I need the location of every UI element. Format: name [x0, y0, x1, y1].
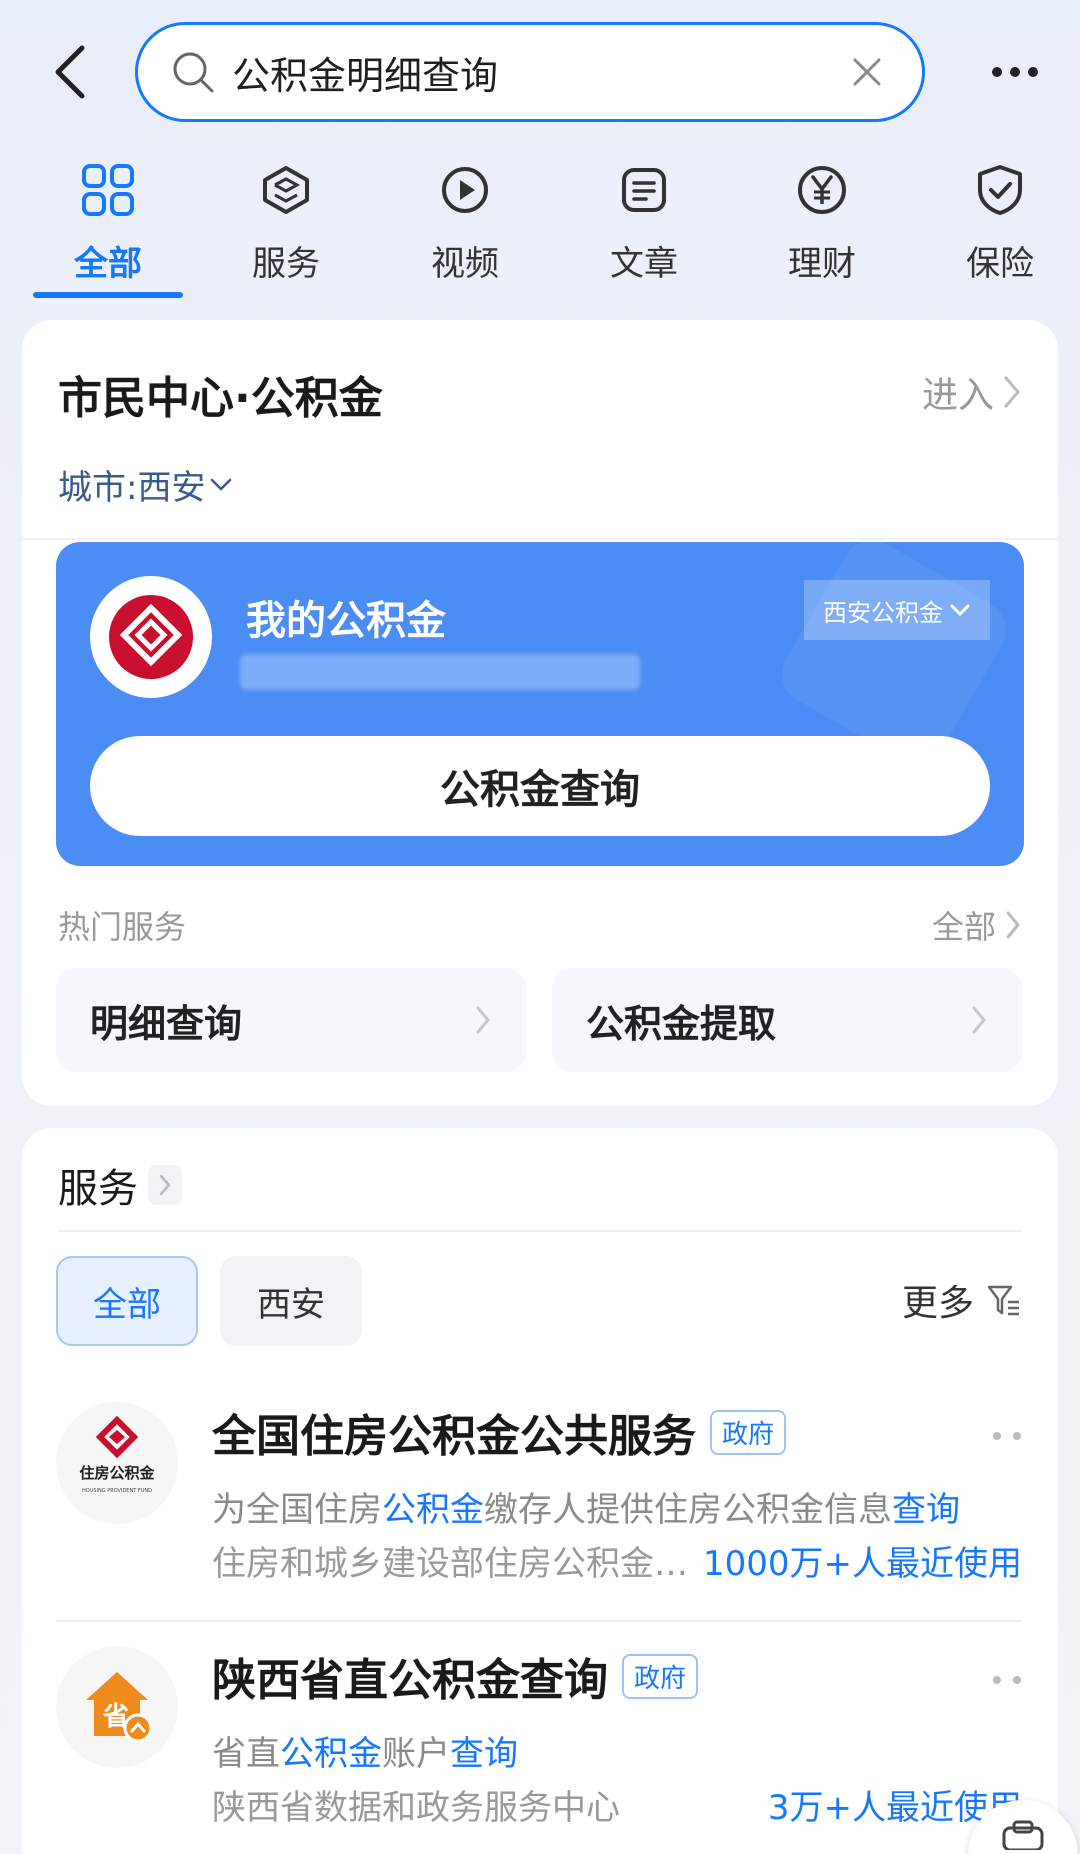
logo-text: 住房公积金 [79, 1464, 155, 1482]
tab-insurance[interactable]: 保险 [925, 158, 1075, 308]
desc-highlight: 查询 [892, 1490, 960, 1530]
service-name: 陕西省直公积金查询 政府 [212, 1644, 699, 1708]
grid-icon [33, 158, 183, 222]
gov-badge: 政府 [622, 1653, 699, 1699]
hot-services-title: 热门服务 [58, 908, 187, 946]
filter-all-button[interactable]: 全部 [56, 1256, 198, 1346]
gov-badge: 政府 [710, 1409, 787, 1455]
tab-all[interactable]: 全部 [33, 158, 183, 308]
hot-item-fund-withdrawal[interactable]: 公积金提取 [552, 968, 1022, 1072]
item-more-button[interactable] [992, 1426, 1022, 1445]
top-bar: 公积金明细查询 [0, 0, 1080, 150]
citizen-center-card: 市民中心·公积金 进入 城市:西安 我的公积金 西安公积金 公积金查询 热门服务… [22, 320, 1058, 1106]
chevron-right-icon [1006, 911, 1020, 939]
shaanxi-fund-logo: 省 [56, 1646, 178, 1768]
chevron-right-icon [476, 1006, 490, 1034]
tab-label: 保险 [966, 244, 1034, 284]
service-description: 为全国住房公积金缴存人提供住房公积金信息查询 [212, 1482, 1012, 1531]
service-org: 陕西省数据和政务服务中心 [212, 1788, 620, 1828]
hot-item-label: 明细查询 [90, 1001, 243, 1046]
tab-finance[interactable]: 理财 [747, 158, 897, 308]
ellipsis-icon [993, 1676, 1021, 1684]
housing-fund-logo [90, 576, 212, 698]
search-icon [168, 47, 218, 97]
masked-account-info [240, 654, 640, 690]
more-options-button[interactable] [975, 40, 1055, 104]
service-name-text: 全国住房公积金公共服务 [212, 1411, 696, 1462]
logo-subtext: HOUSING PROVIDENT FUND [82, 1488, 152, 1494]
services-header[interactable]: 服务 [58, 1156, 182, 1214]
services-card: 服务 全部 西安 更多 住房公积金 HOUSING PROVIDENT FUND… [22, 1128, 1058, 1854]
desc-text: 账户 [382, 1734, 450, 1774]
enter-link[interactable]: 进入 [922, 366, 1022, 418]
service-name: 全国住房公积金公共服务 政府 [212, 1400, 787, 1464]
chevron-down-icon [950, 604, 970, 617]
active-tab-indicator [33, 292, 183, 298]
enter-label: 进入 [921, 375, 994, 416]
chevron-down-icon [211, 478, 232, 491]
article-icon [569, 158, 719, 222]
filter-icon [987, 1285, 1019, 1316]
tab-articles[interactable]: 文章 [569, 158, 719, 308]
item-more-button[interactable] [992, 1670, 1022, 1689]
fund-selector-label: 西安公积金 [823, 598, 943, 627]
desc-text: 为全国住房 [212, 1490, 382, 1530]
search-input[interactable]: 公积金明细查询 [135, 22, 925, 122]
desc-text: 省直 [212, 1734, 280, 1774]
hot-services-all-link[interactable]: 全部 [932, 902, 1022, 948]
clipboard-icon [1002, 1820, 1044, 1850]
divider [58, 1230, 1022, 1232]
tab-label: 全部 [74, 244, 142, 284]
filter-xian-button[interactable]: 西安 [220, 1256, 362, 1346]
chevron-left-icon [55, 45, 85, 99]
desc-text: 缴存人提供住房公积金信息 [484, 1490, 892, 1530]
tab-label: 理财 [788, 244, 856, 284]
service-org: 住房和城乡建设部住房公积金监管司 [212, 1544, 692, 1584]
category-tabs: 全部 服务 视频 文章 理财 保险 [0, 158, 1080, 308]
search-query-text[interactable]: 公积金明细查询 [232, 45, 842, 100]
city-selector[interactable]: 城市:西安 [58, 460, 233, 509]
my-fund-title: 我的公积金 [246, 598, 446, 644]
desc-highlight: 公积金 [280, 1734, 382, 1774]
tab-services[interactable]: 服务 [211, 158, 361, 308]
divider [22, 538, 1058, 540]
yen-icon [747, 158, 897, 222]
hot-item-detail-query[interactable]: 明细查询 [56, 968, 526, 1072]
ellipsis-icon [993, 1432, 1021, 1440]
shield-check-icon [925, 158, 1075, 222]
city-label: 城市:西安 [58, 468, 206, 508]
desc-highlight: 查询 [450, 1734, 518, 1774]
tab-label: 视频 [431, 244, 499, 284]
play-icon [390, 158, 540, 222]
ellipsis-icon [992, 67, 1038, 77]
chevron-right-icon [972, 1006, 986, 1034]
filter-more-label: 更多 [901, 1283, 974, 1324]
tab-label: 文章 [610, 244, 678, 284]
back-button[interactable] [40, 36, 100, 108]
my-fund-panel: 我的公积金 西安公积金 公积金查询 [56, 542, 1024, 866]
service-name-text: 陕西省直公积金查询 [212, 1655, 608, 1706]
fund-query-button[interactable]: 公积金查询 [90, 736, 990, 836]
fund-city-selector[interactable]: 西安公积金 [804, 580, 990, 640]
service-usage-count: 1000万+人最近使用 [702, 1544, 1022, 1584]
chevron-right-icon [1004, 376, 1020, 408]
chevron-right-icon [148, 1165, 182, 1205]
service-description: 省直公积金账户查询 [212, 1726, 1012, 1775]
hot-item-label: 公积金提取 [586, 1001, 777, 1046]
cube-icon [211, 158, 361, 222]
services-title: 服务 [58, 1166, 138, 1212]
all-label: 全部 [931, 908, 996, 946]
service-list-item[interactable]: 省 陕西省直公积金查询 政府 省直公积金账户查询 陕西省数据和政务服务中心 3万… [22, 1634, 1058, 1854]
housing-fund-national-logo: 住房公积金 HOUSING PROVIDENT FUND [56, 1402, 178, 1524]
service-list-item[interactable]: 住房公积金 HOUSING PROVIDENT FUND 全国住房公积金公共服务… [22, 1390, 1058, 1630]
divider [56, 1620, 1022, 1622]
desc-highlight: 公积金 [382, 1490, 484, 1530]
clear-icon[interactable] [842, 47, 892, 97]
filter-more-button[interactable]: 更多 [902, 1274, 1022, 1326]
tab-label: 服务 [252, 244, 320, 284]
card-title: 市民中心·公积金 [58, 373, 383, 424]
tab-videos[interactable]: 视频 [390, 158, 540, 308]
